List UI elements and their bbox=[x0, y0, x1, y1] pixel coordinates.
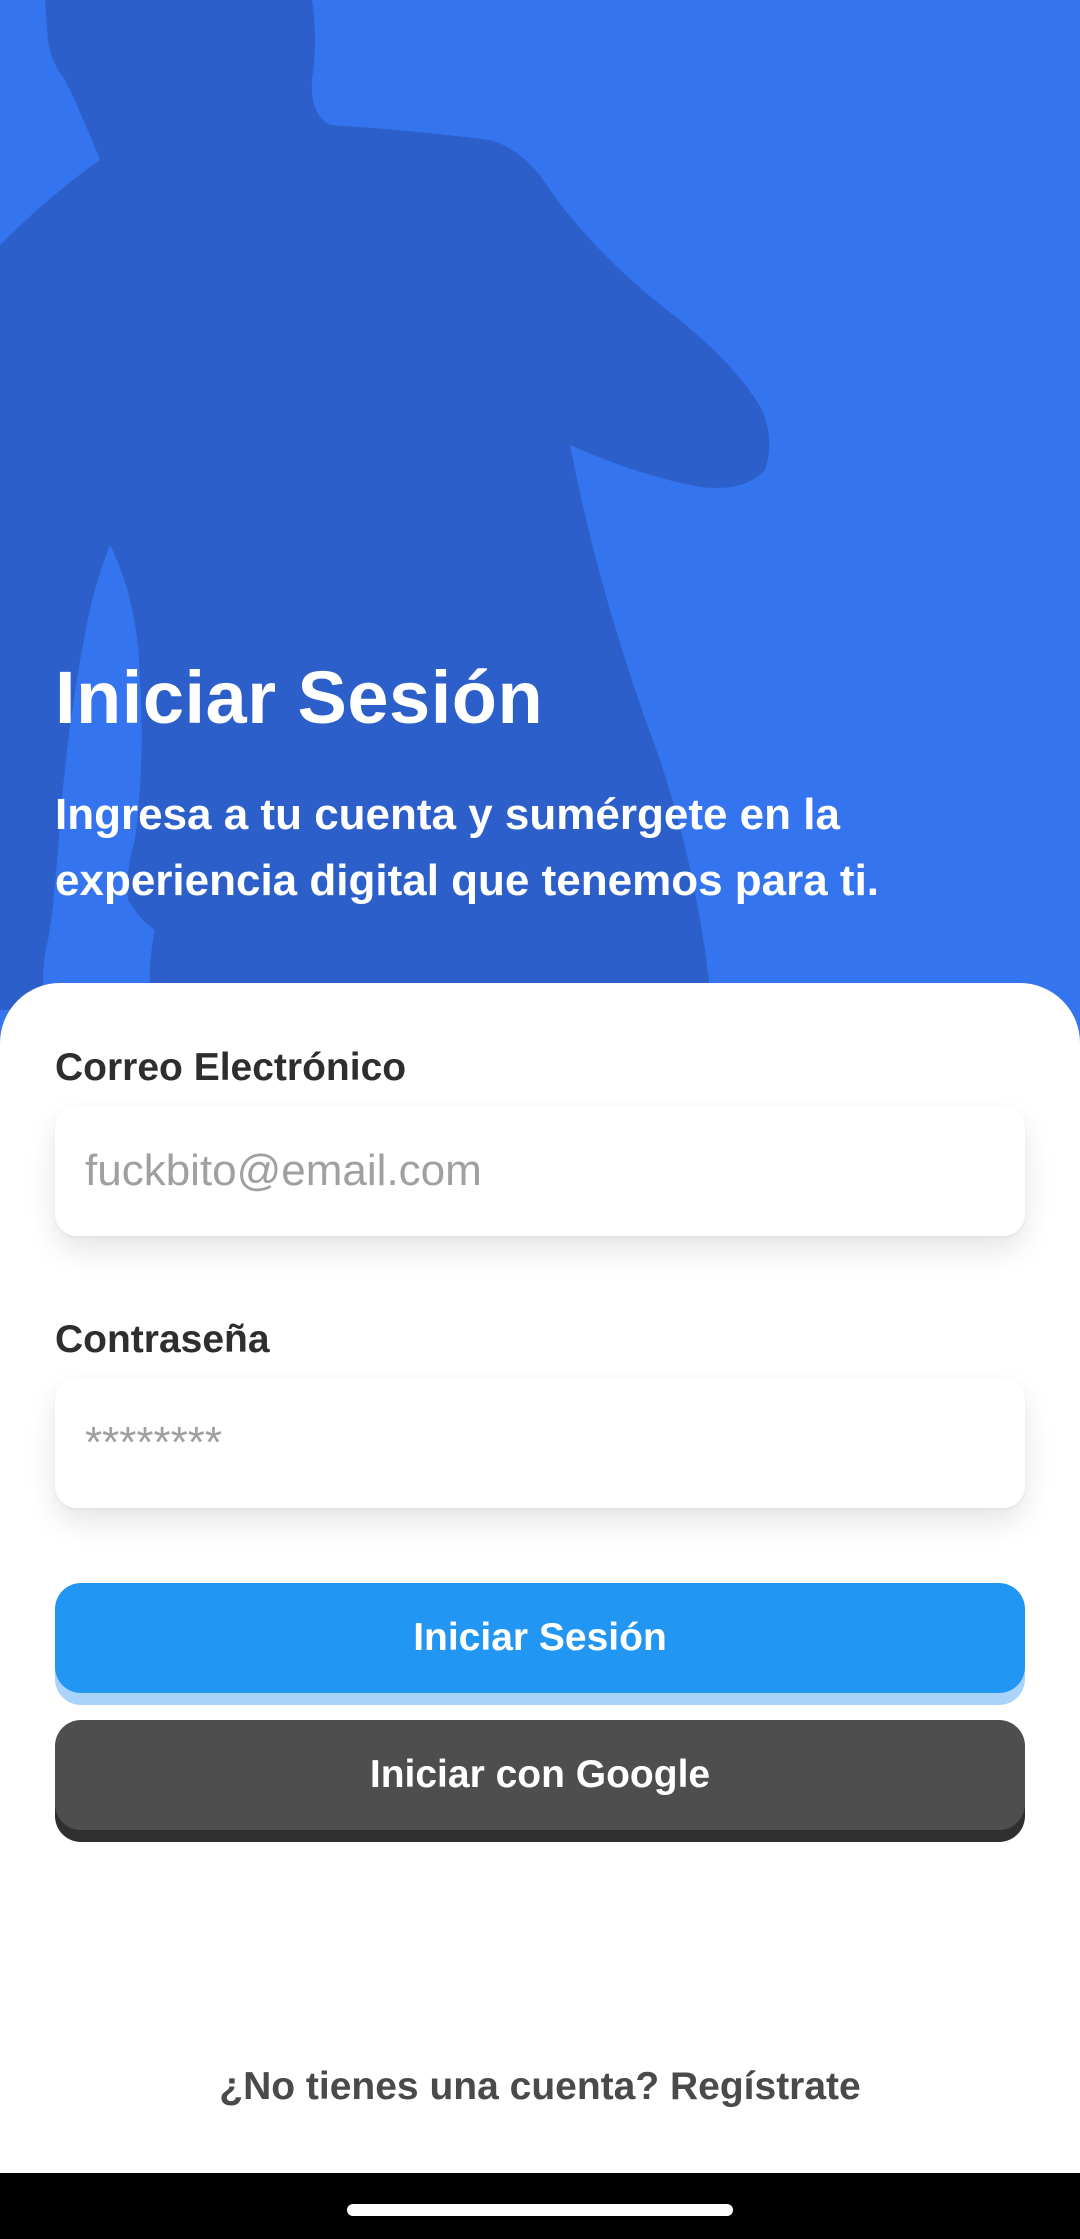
login-screen: Iniciar Sesión Ingresa a tu cuenta y sum… bbox=[0, 0, 1080, 2239]
email-label: Correo Electrónico bbox=[55, 1046, 407, 1089]
password-field[interactable] bbox=[83, 1417, 997, 1469]
page-title: Iniciar Sesión bbox=[55, 656, 544, 739]
password-field-container[interactable] bbox=[55, 1378, 1025, 1508]
login-button[interactable]: Iniciar Sesión bbox=[55, 1583, 1025, 1693]
home-indicator-icon[interactable] bbox=[347, 2204, 733, 2216]
signup-link[interactable]: ¿No tienes una cuenta? Regístrate bbox=[0, 2065, 1080, 2109]
hero-banner: Iniciar Sesión Ingresa a tu cuenta y sum… bbox=[0, 0, 1080, 1010]
login-form-card: Correo Electrónico Contraseña bbox=[0, 983, 1080, 2173]
system-navigation-bar bbox=[0, 2173, 1080, 2239]
email-field-container[interactable] bbox=[55, 1106, 1025, 1236]
page-subtitle: Ingresa a tu cuenta y sumérgete en la ex… bbox=[55, 790, 880, 905]
google-login-button[interactable]: Iniciar con Google bbox=[55, 1720, 1025, 1830]
email-field[interactable] bbox=[83, 1145, 997, 1197]
password-label: Contraseña bbox=[55, 1318, 270, 1361]
